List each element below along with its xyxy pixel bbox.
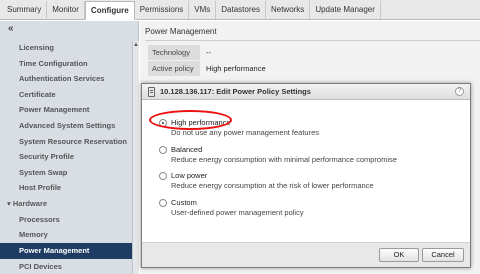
- sidebar-item-power-management[interactable]: Power Management: [0, 243, 132, 259]
- sidebar-item-system-resource-reservation[interactable]: System Resource Reservation: [0, 134, 132, 150]
- dialog-footer: OK Cancel: [142, 242, 470, 267]
- tab-bar: Summary Monitor Configure Permissions VM…: [0, 0, 480, 20]
- page-title: Power Management: [145, 27, 217, 36]
- tab-networks[interactable]: Networks: [266, 1, 311, 19]
- help-icon[interactable]: ?: [455, 87, 464, 96]
- sidebar-group-hardware[interactable]: ▾ Hardware: [0, 196, 132, 212]
- collapse-sidebar-icon[interactable]: «: [8, 23, 14, 34]
- sidebar-item-memory[interactable]: Memory: [0, 227, 132, 243]
- sidebar-item-authentication-services[interactable]: Authentication Services: [0, 71, 132, 87]
- option-description: User-defined power management policy: [171, 208, 304, 217]
- dialog-title: 10.128.136.117: Edit Power Policy Settin…: [160, 87, 311, 96]
- tab-configure[interactable]: Configure: [84, 1, 135, 20]
- property-key: Active policy: [148, 61, 200, 76]
- sidebar-item-certificate[interactable]: Certificate: [0, 87, 132, 103]
- cancel-button[interactable]: Cancel: [422, 248, 464, 262]
- sidebar-item-security-profile[interactable]: Security Profile: [0, 149, 132, 165]
- sidebar-item-host-profile[interactable]: Host Profile: [0, 180, 132, 196]
- option-label[interactable]: Balanced: [171, 145, 202, 154]
- tab-permissions[interactable]: Permissions: [135, 1, 190, 19]
- chevron-down-icon: ▾: [7, 199, 11, 208]
- edit-power-policy-dialog: 10.128.136.117: Edit Power Policy Settin…: [141, 83, 471, 268]
- sidebar-item-system-swap[interactable]: System Swap: [0, 165, 132, 181]
- tab-datastores[interactable]: Datastores: [216, 1, 266, 19]
- configure-sidebar: « Licensing Time Configuration Authentic…: [0, 21, 139, 274]
- option-description: Reduce energy consumption at the risk of…: [171, 181, 374, 190]
- property-key: Technology: [148, 45, 200, 60]
- sidebar-item-advanced-system-settings[interactable]: Advanced System Settings: [0, 118, 132, 134]
- property-value: --: [206, 48, 211, 57]
- property-value: High performance: [206, 64, 266, 73]
- sidebar-item-power-management-system[interactable]: Power Management: [0, 102, 132, 118]
- radio-custom[interactable]: [159, 199, 167, 207]
- sidebar-item-pci-devices[interactable]: PCI Devices: [0, 259, 132, 274]
- host-icon: [148, 87, 155, 97]
- dialog-header: 10.128.136.117: Edit Power Policy Settin…: [142, 84, 470, 100]
- radio-balanced[interactable]: [159, 146, 167, 154]
- title-divider: [145, 40, 480, 41]
- option-description: Reduce energy consumption with minimal p…: [171, 155, 397, 164]
- highlight-annotation: [149, 110, 232, 130]
- sidebar-item-processors[interactable]: Processors: [0, 212, 132, 228]
- ok-button[interactable]: OK: [379, 248, 419, 262]
- option-label[interactable]: Custom: [171, 198, 197, 207]
- sidebar-group-label: Hardware: [12, 199, 48, 208]
- sidebar-item-licensing[interactable]: Licensing: [0, 40, 132, 56]
- tab-monitor[interactable]: Monitor: [47, 1, 85, 19]
- tab-summary[interactable]: Summary: [2, 1, 48, 19]
- sidebar-scrollbar[interactable]: ▲: [132, 41, 139, 274]
- option-label[interactable]: Low power: [171, 171, 207, 180]
- sidebar-item-time-configuration[interactable]: Time Configuration: [0, 56, 132, 72]
- scroll-up-icon[interactable]: ▲: [133, 41, 139, 49]
- tab-vms[interactable]: VMs: [189, 1, 217, 19]
- tab-update-manager[interactable]: Update Manager: [310, 1, 381, 19]
- radio-low-power[interactable]: [159, 172, 167, 180]
